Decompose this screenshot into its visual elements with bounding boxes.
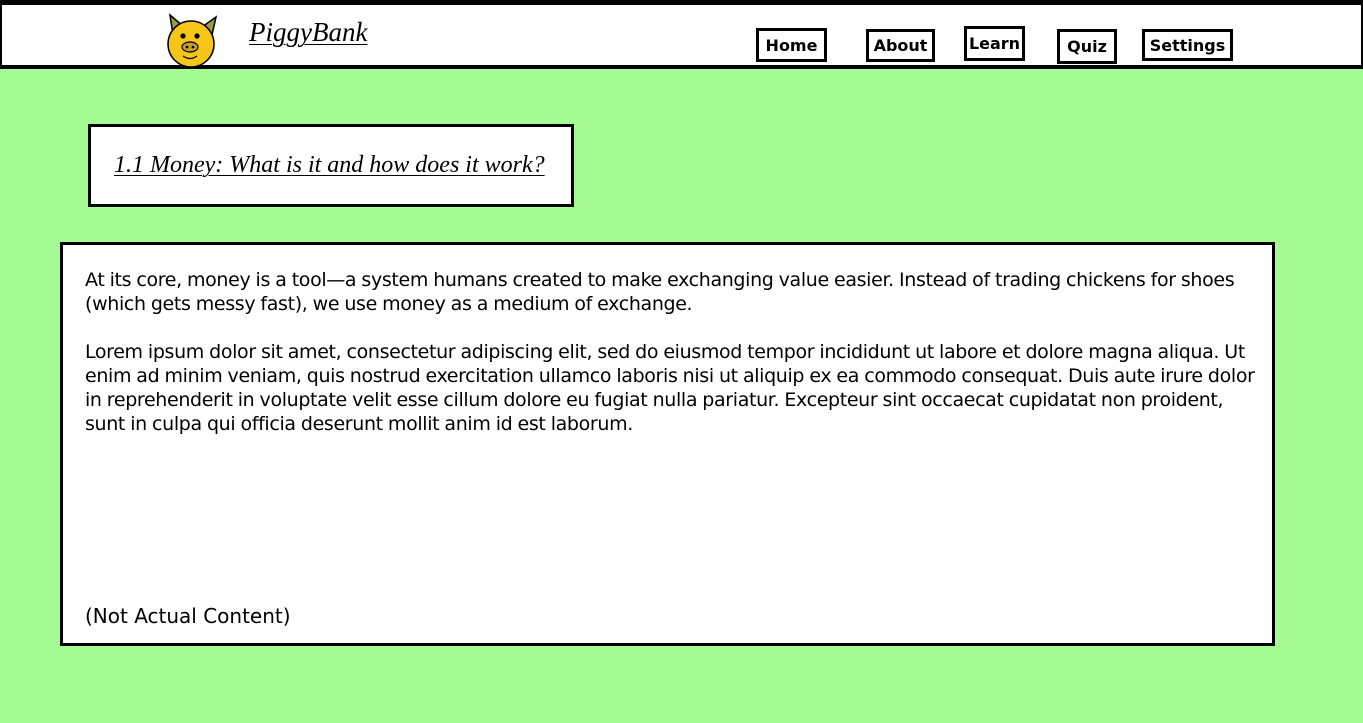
nav-quiz-button[interactable]: Quiz [1057,29,1117,64]
nav-home-button[interactable]: Home [756,28,827,62]
lesson-paragraph: Lorem ipsum dolor sit amet, consectetur … [85,341,1255,435]
lesson-title: 1.1 Money: What is it and how does it wo… [114,152,545,178]
pig-face-icon[interactable] [164,11,220,67]
top-nav-bar: PiggyBank Home About Learn Quiz Settings [0,0,1363,69]
nav-settings-button[interactable]: Settings [1142,29,1233,61]
brand-link[interactable]: PiggyBank [249,19,367,46]
lesson-title-panel: 1.1 Money: What is it and how does it wo… [88,124,574,207]
content-disclaimer: (Not Actual Content) [85,604,291,628]
nav-about-button[interactable]: About [866,29,935,62]
lesson-content-panel: At its core, money is a tool—a system hu… [60,242,1275,646]
nav-learn-button[interactable]: Learn [964,26,1025,61]
lesson-paragraph: At its core, money is a tool—a system hu… [85,269,1235,315]
